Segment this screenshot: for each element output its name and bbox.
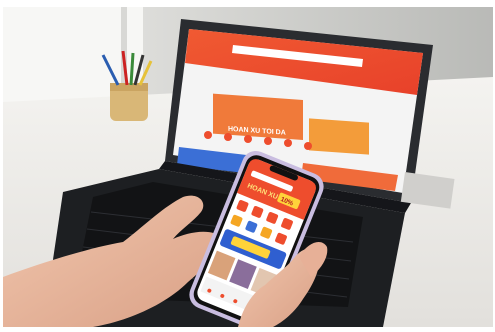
photo: HOAN XU TOI DA HOAN XU 10% — [3, 7, 493, 327]
